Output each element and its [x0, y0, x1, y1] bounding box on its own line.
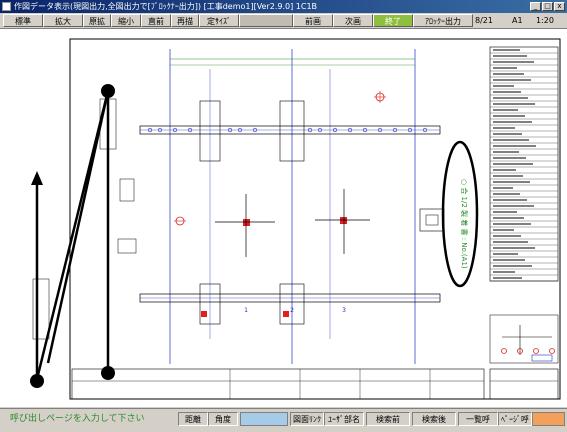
app-icon — [2, 2, 11, 11]
title-bar: 作図データ表示(現図出力,全図出力で[ﾌﾞﾛｯｸﾅｰ出力]) [工事demo1]… — [0, 0, 567, 13]
anchor-dot — [101, 84, 115, 98]
status-bar: 呼び出しページを入力して下さい 距離 角度 図面ﾘﾝｸ ﾕｰｻﾞ部名 検索前 検… — [0, 408, 567, 432]
grid-label-3: 3 — [342, 307, 346, 314]
drawing-link-button[interactable]: 図面ﾘﾝｸ — [290, 412, 324, 426]
minimize-button[interactable]: _ — [530, 2, 541, 11]
standard-view-button[interactable]: 標準 — [3, 14, 43, 27]
anchor-dot — [30, 374, 44, 388]
search-next-button[interactable]: 検索後 — [412, 412, 456, 426]
angle-value-field[interactable] — [240, 412, 288, 426]
vertical-annotation: ○ 合 1/2 製 着 書 : No.(A1) — [460, 179, 469, 269]
zoom-out-button[interactable]: 縮小 — [111, 14, 141, 27]
next-page-button[interactable]: 次画 — [333, 14, 373, 27]
sheet-size: A1 — [512, 16, 523, 25]
drawing-canvas[interactable]: 1 2 3 ○ 合 1/2 製 着 書 : No.(A1) — [0, 29, 567, 407]
original-zoom-button[interactable]: 原拡 — [83, 14, 111, 27]
output-button[interactable]: ｱﾛｯｸｰ出力 — [413, 14, 473, 27]
grid-label-1: 1 — [244, 307, 248, 314]
previous-view-button[interactable]: 直前 — [141, 14, 171, 27]
fixed-size-button[interactable]: 定ｻｲｽﾞ — [199, 14, 239, 27]
toolbar: 標準 拡大 原拡 縮小 直前 再描 定ｻｲｽﾞ 前画 次画 終了 ｱﾛｯｸｰ出力… — [0, 13, 567, 29]
maximize-button[interactable]: □ — [542, 2, 553, 11]
connection-marker — [340, 217, 347, 224]
input-prompt: 呼び出しページを入力して下さい — [10, 414, 145, 424]
zoom-in-button[interactable]: 拡大 — [43, 14, 83, 27]
page-indicator: 8/21 — [475, 16, 493, 25]
angle-button[interactable]: 角度 — [208, 412, 238, 426]
list-call-button[interactable]: 一覧呼 — [458, 412, 498, 426]
connection-marker — [243, 219, 250, 226]
sheet-border — [69, 38, 561, 400]
arrow-head — [31, 171, 43, 185]
cad-drawing: 1 2 3 ○ 合 1/2 製 着 書 : No.(A1) — [30, 38, 561, 400]
previous-page-button[interactable]: 前画 — [293, 14, 333, 27]
end-button[interactable]: 終了 — [373, 14, 413, 27]
window-title: 作図データ表示(現図出力,全図出力で[ﾌﾞﾛｯｸﾅｰ出力]) [工事demo1]… — [14, 2, 318, 11]
page-call-button[interactable]: ﾍﾟｰｼﾞ呼 — [498, 412, 532, 426]
search-prev-button[interactable]: 検索前 — [366, 412, 410, 426]
redraw-button[interactable]: 再描 — [171, 14, 199, 27]
page-number-field[interactable] — [532, 412, 565, 426]
grid-label-2: 2 — [290, 307, 294, 314]
close-button[interactable]: x — [554, 2, 565, 11]
scale-indicator: 1:20 — [536, 16, 554, 25]
user-name-button[interactable]: ﾕｰｻﾞ部名 — [324, 412, 364, 426]
distance-button[interactable]: 距離 — [178, 412, 208, 426]
toolbar-spacer — [239, 14, 293, 27]
anchor-dot — [101, 366, 115, 380]
